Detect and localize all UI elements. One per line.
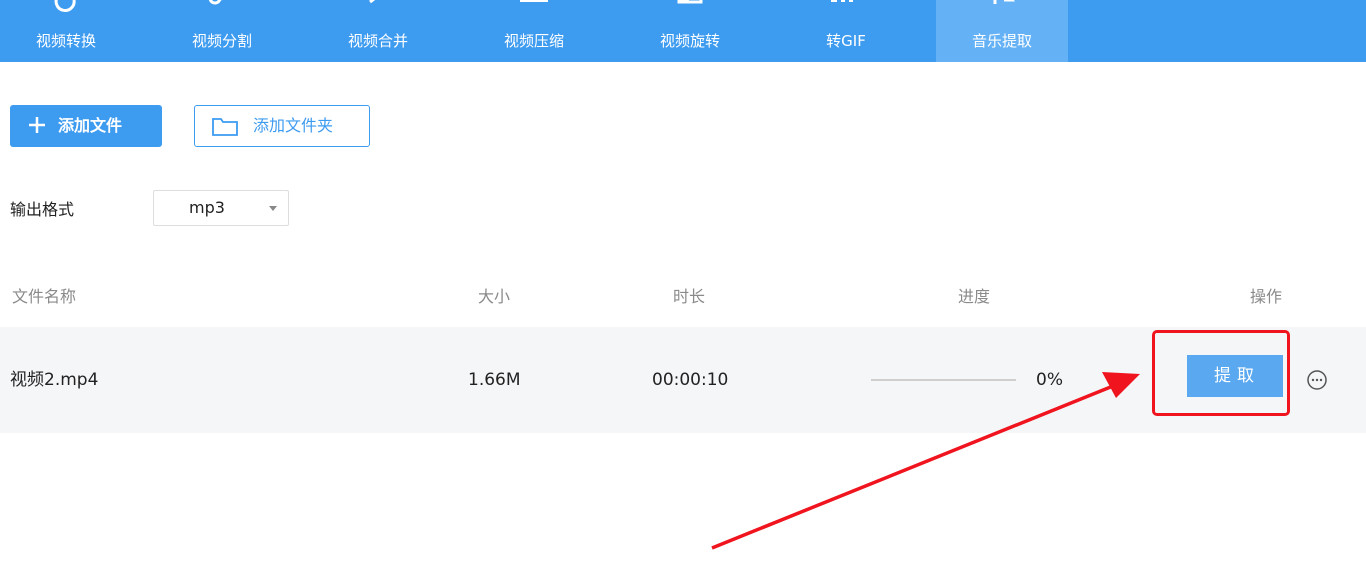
header-action: 操作 <box>1250 287 1283 306</box>
tool-video-rotate[interactable]: 视频旋转 <box>624 0 756 62</box>
output-format-value: mp3 <box>189 198 225 217</box>
gif-icon <box>831 0 853 2</box>
tool-label: 视频合并 <box>347 32 408 50</box>
merge-icon <box>369 0 376 4</box>
music-extract-icon <box>993 0 1015 4</box>
file-size-cell: 1.66M <box>468 370 521 390</box>
more-options-icon[interactable] <box>1306 369 1328 391</box>
progress-text: 0% <box>1036 370 1063 390</box>
tool-label: 视频旋转 <box>659 32 720 50</box>
header-file-name: 文件名称 <box>12 287 77 306</box>
output-format-select[interactable]: mp3 <box>153 190 289 226</box>
tool-video-compress[interactable]: 视频压缩 <box>468 0 600 62</box>
top-toolbar: 视频转换 视频分割 视频合并 视频压缩 视频旋转 转GIF 音乐提取 <box>0 0 1366 62</box>
folder-icon <box>212 118 238 136</box>
add-file-button[interactable]: 添加文件 <box>10 105 162 147</box>
add-folder-label: 添加文件夹 <box>253 116 334 135</box>
tool-to-gif[interactable]: 转GIF <box>780 0 912 62</box>
tool-video-convert[interactable]: 视频转换 <box>0 0 132 62</box>
plus-icon <box>29 117 45 133</box>
chevron-down-icon <box>269 206 277 211</box>
tool-music-extract[interactable]: 音乐提取 <box>936 0 1068 62</box>
output-format-label: 输出格式 <box>10 200 75 219</box>
duration-cell: 00:00:10 <box>652 370 729 390</box>
rotate-icon <box>677 0 703 4</box>
annotation-highlight-box <box>1152 330 1290 416</box>
tool-label: 视频转换 <box>35 32 96 50</box>
file-name-cell: 视频2.mp4 <box>10 370 99 390</box>
tool-video-split[interactable]: 视频分割 <box>156 0 288 62</box>
tool-video-merge[interactable]: 视频合并 <box>312 0 444 62</box>
add-folder-button[interactable]: 添加文件夹 <box>194 105 370 147</box>
compress-icon <box>520 0 548 2</box>
convert-icon <box>54 0 76 12</box>
header-duration: 时长 <box>673 287 706 306</box>
progress-bar <box>871 379 1016 381</box>
tool-label: 视频压缩 <box>503 32 564 50</box>
tool-label: 转GIF <box>826 32 866 50</box>
header-progress: 进度 <box>958 287 991 306</box>
scissors-icon <box>208 0 224 5</box>
tool-label: 视频分割 <box>191 32 252 50</box>
add-file-label: 添加文件 <box>58 116 123 135</box>
tool-label: 音乐提取 <box>971 32 1032 50</box>
header-size: 大小 <box>478 287 511 306</box>
